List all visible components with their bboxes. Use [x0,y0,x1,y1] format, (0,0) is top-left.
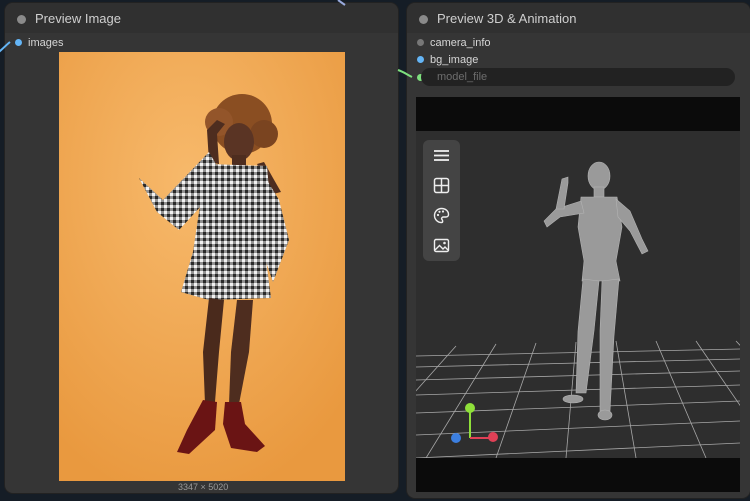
link-wires [0,0,413,78]
